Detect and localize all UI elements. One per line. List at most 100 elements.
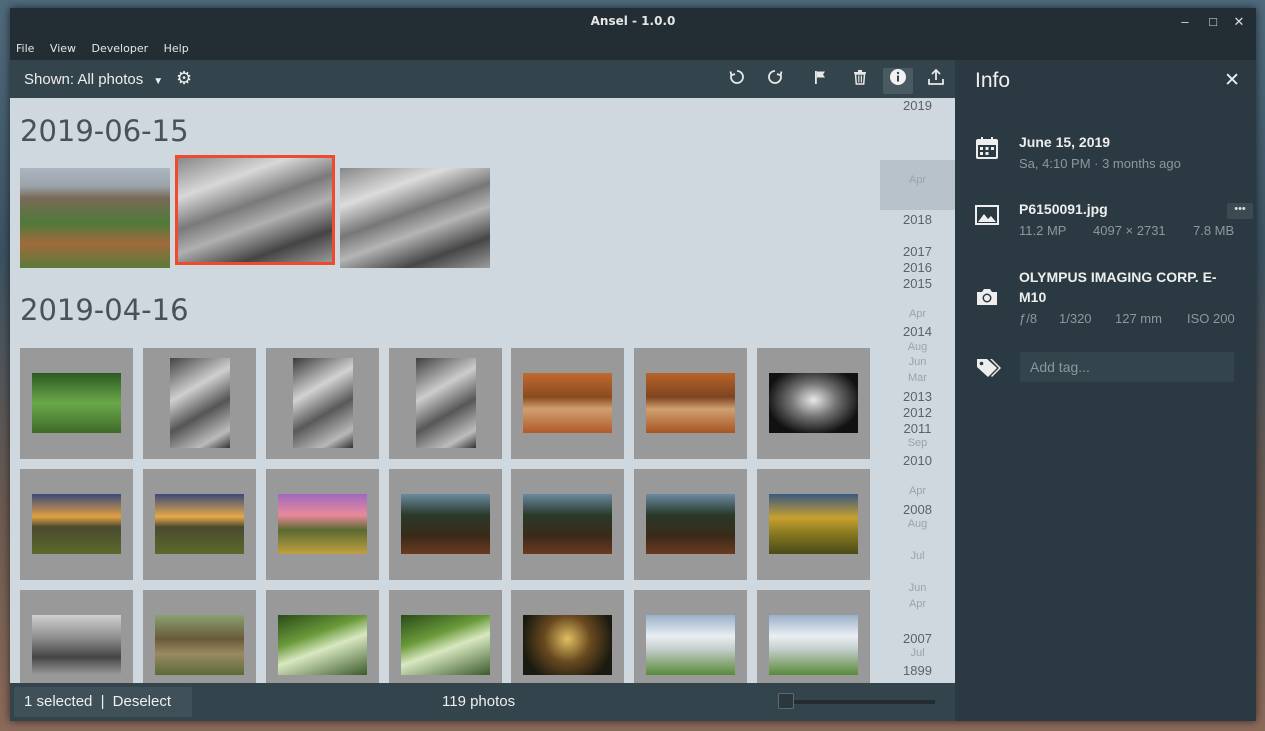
info-panel: Info ✕ June 15, 2019 Sa, 4:10 PM · 3 mon… — [955, 60, 1256, 721]
timeline-label[interactable]: 2010 — [880, 453, 955, 468]
photo-tile[interactable] — [389, 348, 502, 459]
timeline-label[interactable]: 2011 — [880, 421, 955, 436]
status-bar: 1 selected | Deselect 119 photos — [10, 683, 955, 721]
timeline-label[interactable]: Apr — [880, 174, 955, 186]
camera-model: OLYMPUS IMAGING CORP. E-M10 — [1019, 269, 1217, 305]
shown-filter-label: Shown: All photos — [24, 71, 144, 88]
image-icon — [975, 203, 1001, 229]
photo-tile[interactable] — [143, 348, 256, 459]
calendar-icon — [975, 136, 1001, 162]
file-name: P6150091.jpg — [1019, 201, 1108, 217]
title-bar: Ansel - 1.0.0 – □ ✕ — [10, 8, 1256, 36]
flag-icon[interactable] — [805, 68, 835, 94]
timeline-label[interactable]: Jun — [880, 582, 955, 594]
panel-title: Info — [975, 69, 1011, 92]
timeline-label[interactable]: 2007 — [880, 631, 955, 646]
more-options-button[interactable]: ••• — [1227, 203, 1253, 219]
photo-tile[interactable] — [266, 590, 379, 683]
tag-icon — [975, 356, 1001, 382]
photo-tile[interactable] — [511, 348, 624, 459]
photo-tile[interactable] — [511, 590, 624, 683]
iso: ISO 200 — [1187, 311, 1235, 326]
photo-tile[interactable] — [511, 469, 624, 580]
dimensions: 4097 × 2731 — [1093, 223, 1166, 238]
timeline-label[interactable]: 2014 — [880, 324, 955, 339]
menu-help[interactable]: Help — [158, 36, 195, 55]
timeline-label[interactable]: 2008 — [880, 502, 955, 517]
photo-tile[interactable] — [757, 469, 870, 580]
selection-box: 1 selected | Deselect — [14, 687, 192, 717]
shutter-speed: 1/320 — [1059, 311, 1092, 326]
photo-tile[interactable] — [20, 590, 133, 683]
close-icon[interactable]: ✕ — [1224, 69, 1240, 92]
timeline-label[interactable]: Apr — [880, 598, 955, 610]
timeline-label[interactable]: Aug — [880, 518, 955, 530]
photo-grid-area[interactable]: 2019-06-15 2019-04-16 2019 Apr 2018 2017… — [10, 98, 955, 683]
photo-tile[interactable] — [389, 469, 502, 580]
timeline-label[interactable]: 1899 — [880, 663, 955, 678]
maximize-button[interactable]: □ — [1204, 13, 1222, 31]
photo-tile[interactable] — [143, 590, 256, 683]
photo-tile[interactable] — [757, 590, 870, 683]
minimize-button[interactable]: – — [1176, 13, 1194, 31]
share-icon[interactable] — [921, 68, 951, 94]
date-group-heading: 2019-06-15 — [20, 114, 189, 148]
menu-file[interactable]: File — [10, 36, 40, 55]
photo-tile[interactable] — [266, 348, 379, 459]
timeline-label[interactable]: 2019 — [880, 98, 955, 113]
photo-tile[interactable] — [634, 469, 747, 580]
timeline-label[interactable]: 2012 — [880, 405, 955, 420]
photo-thumbnail[interactable] — [340, 168, 490, 268]
timeline-label[interactable]: Apr — [880, 485, 955, 497]
zoom-slider-track[interactable] — [780, 700, 935, 704]
timeline-label[interactable]: Jul — [880, 550, 955, 562]
photo-tile[interactable] — [634, 590, 747, 683]
timeline-label[interactable]: Aug — [880, 341, 955, 353]
photo-thumbnail[interactable] — [20, 168, 170, 268]
timeline-label[interactable]: Jun — [880, 356, 955, 368]
focal-length: 127 mm — [1115, 311, 1162, 326]
timeline-label[interactable]: 2017 — [880, 244, 955, 259]
photo-tile[interactable] — [634, 348, 747, 459]
shown-filter-dropdown[interactable]: Shown: All photos ▼ — [24, 71, 163, 88]
zoom-slider-handle[interactable] — [778, 693, 794, 709]
add-tag-input[interactable] — [1020, 352, 1234, 382]
timeline-scrubber[interactable]: 2019 Apr 2018 2017 2016 2015 Apr 2014 Aug Jun Mar 2… — [880, 98, 955, 683]
trash-icon[interactable] — [845, 68, 875, 94]
photo-tile[interactable] — [20, 469, 133, 580]
photo-date: June 15, 2019 — [1019, 134, 1111, 150]
timeline-label[interactable]: 2016 — [880, 260, 955, 275]
window-title: Ansel - 1.0.0 — [590, 14, 676, 28]
timeline-label[interactable]: 2013 — [880, 389, 955, 404]
rotate-right-icon[interactable] — [760, 68, 790, 94]
selected-count: 1 selected — [24, 693, 93, 710]
photo-count: 119 photos — [442, 693, 516, 710]
menu-developer[interactable]: Developer — [86, 36, 155, 55]
megapixels: 11.2 MP — [1019, 223, 1067, 238]
menu-bar: File View Developer Help — [10, 36, 1256, 60]
chevron-down-icon: ▼ — [153, 76, 164, 87]
library-toolbar: Shown: All photos ▼ ⚙ — [10, 60, 955, 98]
photo-tile[interactable] — [143, 469, 256, 580]
photo-tile[interactable] — [757, 348, 870, 459]
photo-thumbnail-selected[interactable] — [175, 155, 335, 265]
timeline-label[interactable]: 2015 — [880, 276, 955, 291]
date-group-heading: 2019-04-16 — [20, 293, 189, 327]
photo-tile[interactable] — [20, 348, 133, 459]
menu-view[interactable]: View — [44, 36, 82, 55]
timeline-label[interactable]: Apr — [880, 308, 955, 320]
photo-tile[interactable] — [389, 590, 502, 683]
info-icon[interactable] — [883, 68, 913, 94]
timeline-label[interactable]: Jul — [880, 647, 955, 659]
app-window: Ansel - 1.0.0 – □ ✕ File View Developer … — [10, 8, 1256, 721]
camera-icon — [975, 285, 1001, 311]
deselect-button[interactable]: Deselect — [113, 693, 171, 710]
photo-tile[interactable] — [266, 469, 379, 580]
gear-icon[interactable]: ⚙ — [176, 68, 192, 89]
timeline-label[interactable]: Mar — [880, 372, 955, 384]
close-window-button[interactable]: ✕ — [1230, 13, 1248, 31]
timeline-label[interactable]: 2018 — [880, 212, 955, 227]
rotate-left-icon[interactable] — [722, 68, 752, 94]
file-size: 7.8 MB — [1193, 223, 1235, 238]
timeline-label[interactable]: Sep — [880, 437, 955, 449]
